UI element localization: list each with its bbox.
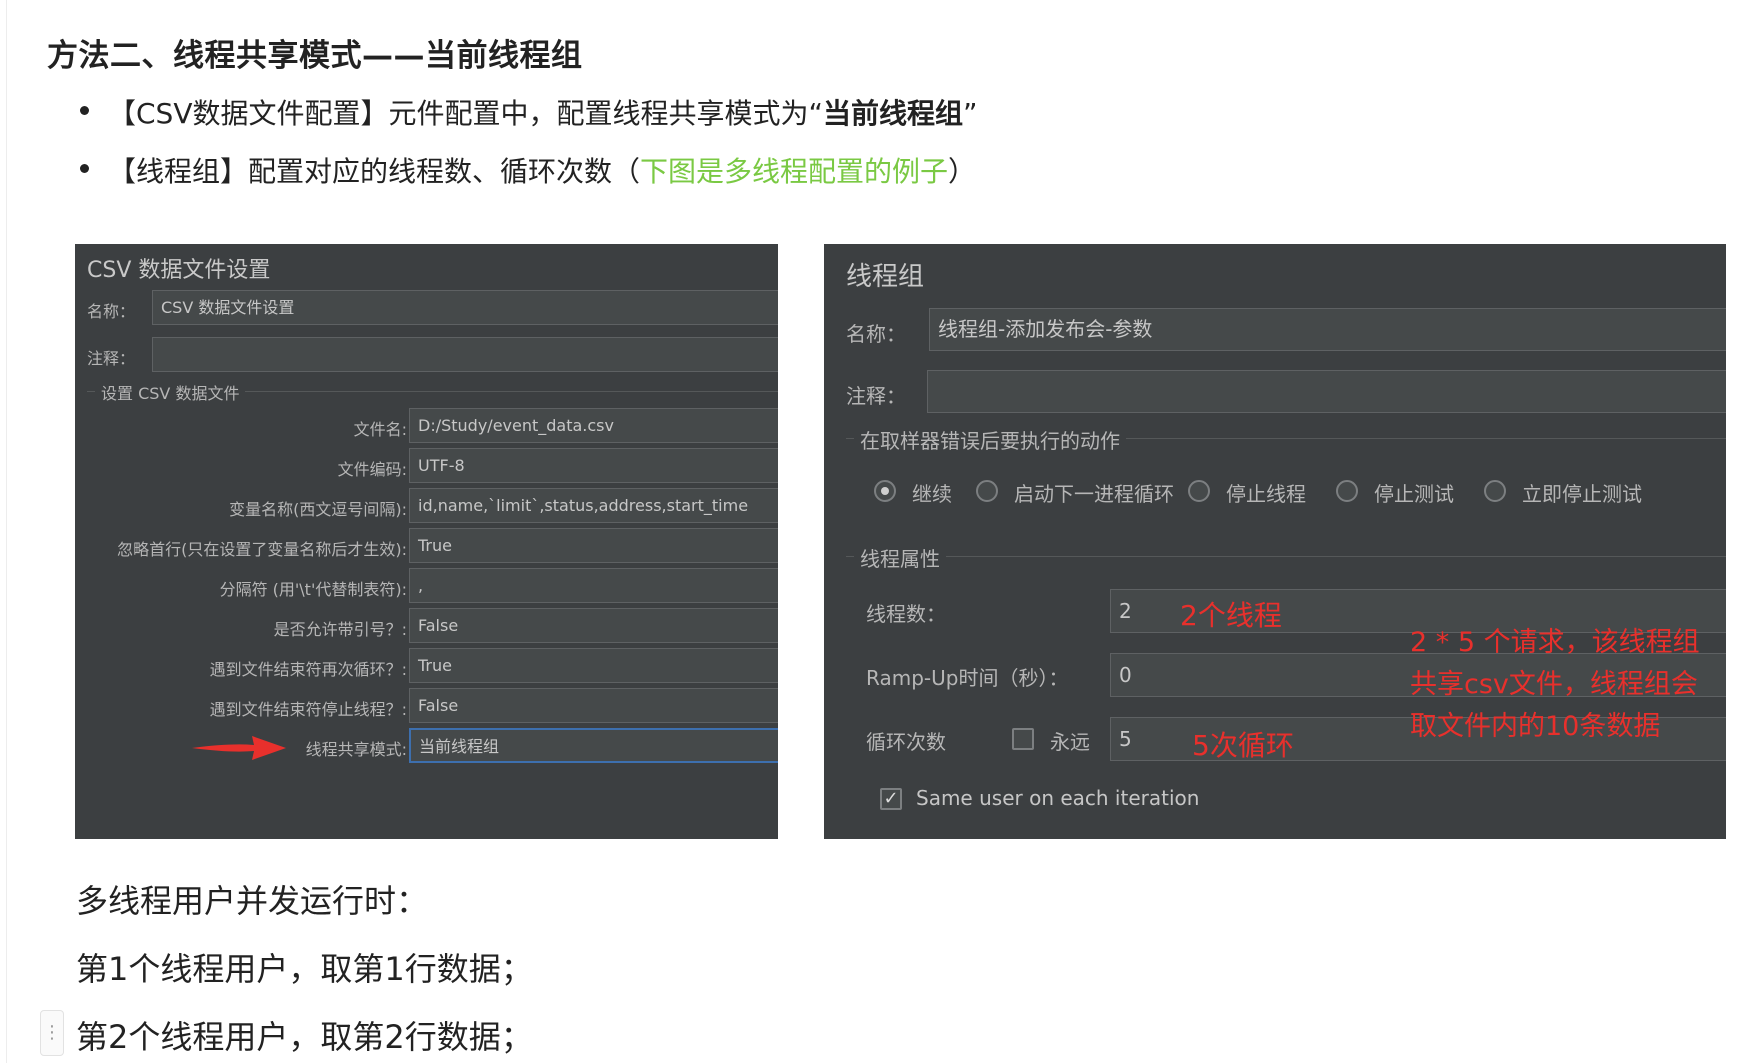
radio-start-next-loop[interactable] <box>976 480 998 502</box>
file-encoding-label: 文件编码: <box>337 460 407 479</box>
csv-panel-title: CSV 数据文件设置 <box>87 258 271 283</box>
summary-line-1: 2 * 5 个请求，该线程组 <box>1410 627 1700 658</box>
csv-config-screenshot: CSV 数据文件设置 名称： CSV 数据文件设置 注释： 设置 CSV 数据文… <box>75 244 778 839</box>
bullet-text-pre: 【线程组】配置对应的线程数、循环次数（ <box>108 155 641 188</box>
bullet-dot <box>80 164 89 173</box>
same-user-label: Same user on each iteration <box>916 786 1200 810</box>
csv-comment-label: 注释： <box>87 349 136 368</box>
variable-names-field[interactable]: id,name,`limit`,status,address,start_tim… <box>409 488 778 523</box>
csv-name-label: 名称： <box>87 302 136 321</box>
sharing-mode-field[interactable]: 当前线程组 <box>409 728 778 763</box>
allow-quoted-label: 是否允许带引号？: <box>273 620 407 639</box>
file-name-field[interactable]: D:/Study/event_data.csv <box>409 408 778 443</box>
thread-comment-field[interactable] <box>927 370 1726 413</box>
section-heading: 方法二、线程共享模式——当前线程组 <box>47 38 583 74</box>
thread-name-field[interactable]: 线程组-添加发布会-参数 <box>929 308 1726 351</box>
variable-names-label: 变量名称(西文逗号间隔): <box>229 500 407 519</box>
forever-label: 永远 <box>1050 730 1090 754</box>
file-name-label: 文件名: <box>353 420 407 439</box>
props-group-border <box>846 556 1726 557</box>
ignore-first-line-field[interactable]: True <box>409 528 778 563</box>
csv-name-field[interactable]: CSV 数据文件设置 <box>152 290 778 325</box>
radio-start-next-loop-label: 启动下一进程循环 <box>1014 482 1174 506</box>
threads-label: 线程数： <box>866 602 946 626</box>
forever-checkbox[interactable] <box>1012 728 1034 750</box>
rampup-label: Ramp-Up时间（秒）： <box>866 666 1069 690</box>
csv-comment-field[interactable] <box>152 337 778 372</box>
thread-panel-title: 线程组 <box>846 262 925 292</box>
radio-stop-test[interactable] <box>1336 480 1358 502</box>
thread-group-screenshot: 线程组 名称： 线程组-添加发布会-参数 注释： 在取样器错误后要执行的动作 继… <box>824 244 1726 839</box>
file-encoding-field[interactable]: UTF-8 <box>409 448 778 483</box>
recycle-eof-label: 遇到文件结束符再次循环？: <box>209 660 407 679</box>
allow-quoted-field[interactable]: False <box>409 608 778 643</box>
paragraph-concurrency: 多线程用户并发运行时： <box>76 882 429 920</box>
radio-stop-thread[interactable] <box>1188 480 1210 502</box>
recycle-eof-field[interactable]: True <box>409 648 778 683</box>
same-user-checkbox[interactable]: ✓ <box>880 788 902 810</box>
delimiter-label: 分隔符 (用'\t'代替制表符): <box>219 580 407 599</box>
stop-thread-eof-field[interactable]: False <box>409 688 778 723</box>
paragraph-thread-2: 第2个线程用户，取第2行数据； <box>76 1018 533 1056</box>
drag-handle-icon[interactable]: ⋮ <box>40 1010 64 1056</box>
bullet-text: 【线程组】配置对应的线程数、循环次数（下图是多线程配置的例子） <box>108 150 976 190</box>
props-group-title: 线程属性 <box>854 543 946 572</box>
thread-name-label: 名称： <box>846 322 906 346</box>
red-arrow-icon <box>192 736 286 760</box>
document-page: 方法二、线程共享模式——当前线程组 【CSV数据文件配置】元件配置中，配置线程共… <box>0 0 1750 1063</box>
loop-annotation: 5次循环 <box>1192 729 1294 762</box>
radio-stop-test-now[interactable] <box>1484 480 1506 502</box>
action-group-title: 在取样器错误后要执行的动作 <box>854 425 1126 454</box>
loop-label: 循环次数 <box>866 730 946 754</box>
paragraph-thread-1: 第1个线程用户，取第1行数据； <box>76 950 533 988</box>
radio-continue-label: 继续 <box>912 482 952 506</box>
bullet-text-green: 下图是多线程配置的例子 <box>640 155 949 188</box>
bullet-dot <box>80 106 89 115</box>
threads-annotation: 2个线程 <box>1180 599 1282 632</box>
bullet-text-post: ） <box>948 155 977 188</box>
summary-line-3: 取文件内的10条数据 <box>1410 711 1661 742</box>
radio-stop-test-now-label: 立即停止测试 <box>1522 482 1642 506</box>
summary-line-2: 共享csv文件，线程组会 <box>1410 669 1698 700</box>
left-divider <box>6 0 7 1063</box>
bullet-text-pre: 【CSV数据文件配置】元件配置中，配置线程共享模式为“ <box>108 97 823 130</box>
sharing-mode-label: 线程共享模式: <box>305 740 407 759</box>
bullet-text-bold: 当前线程组 <box>823 97 964 130</box>
summary-annotation: 2 * 5 个请求，该线程组 共享csv文件，线程组会 取文件内的10条数据 <box>1410 622 1700 748</box>
csv-group-title: 设置 CSV 数据文件 <box>95 380 246 404</box>
radio-stop-thread-label: 停止线程 <box>1226 482 1306 506</box>
thread-comment-label: 注释： <box>846 384 906 408</box>
radio-continue[interactable] <box>874 480 896 502</box>
delimiter-field[interactable]: , <box>409 568 778 603</box>
ignore-first-line-label: 忽略首行(只在设置了变量名称后才生效): <box>117 540 407 559</box>
bullet-text: 【CSV数据文件配置】元件配置中，配置线程共享模式为“当前线程组” <box>108 92 978 132</box>
radio-stop-test-label: 停止测试 <box>1374 482 1454 506</box>
bullet-text-post: ” <box>963 97 978 130</box>
stop-thread-eof-label: 遇到文件结束符停止线程？: <box>209 700 407 719</box>
